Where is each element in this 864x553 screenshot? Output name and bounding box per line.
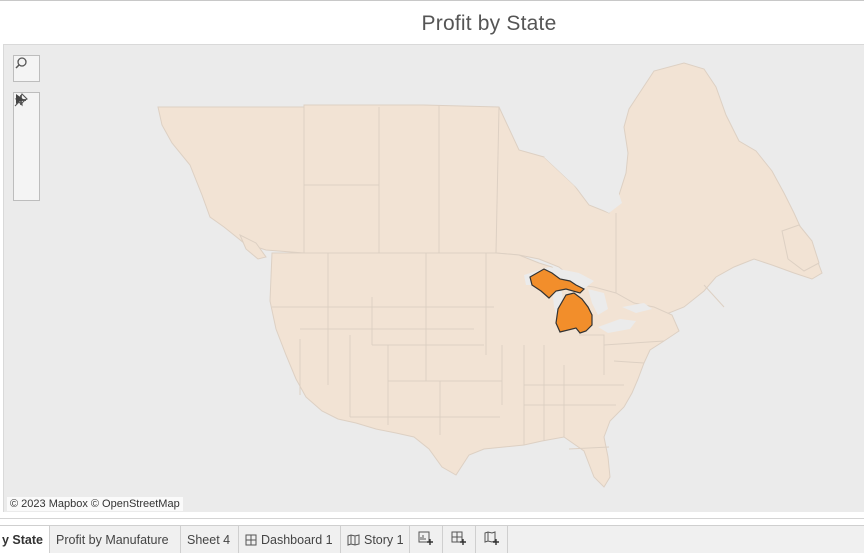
- sheet-title: Profit by State: [421, 12, 557, 35]
- new-dashboard-icon: [451, 531, 467, 548]
- tab-profit-by-manufature[interactable]: Profit by Manufature: [50, 526, 181, 553]
- tab-sheet-4[interactable]: Sheet 4: [181, 526, 239, 553]
- new-dashboard-button[interactable]: [443, 526, 476, 553]
- tab-label: Dashboard 1: [261, 532, 333, 547]
- tab-label: Sheet 4: [187, 532, 231, 547]
- sheet-tab-bar: y State Profit by Manufature Sheet 4 Das…: [0, 525, 864, 553]
- new-story-button[interactable]: [476, 526, 508, 553]
- map-search-tool[interactable]: [13, 55, 40, 82]
- new-worksheet-button[interactable]: [410, 526, 443, 553]
- pin-icon[interactable]: [14, 93, 39, 168]
- map-canvas[interactable]: [4, 45, 864, 513]
- tab-label: Profit by Manufature: [56, 532, 169, 547]
- map-zoom-toolbar: [13, 92, 40, 201]
- search-icon[interactable]: [14, 56, 39, 81]
- new-story-icon: [484, 531, 500, 548]
- map-view[interactable]: © 2023 Mapbox © OpenStreetMap: [3, 44, 864, 513]
- map-footer-space: [0, 512, 864, 526]
- tab-profit-by-state[interactable]: y State: [0, 526, 50, 553]
- dashboard-icon: [245, 534, 257, 546]
- footer-divider: [0, 518, 864, 519]
- tab-label: Story 1: [364, 532, 404, 547]
- tab-dashboard-1[interactable]: Dashboard 1: [239, 526, 341, 553]
- tab-label: y State: [2, 532, 43, 547]
- top-divider: [0, 0, 864, 1]
- tab-story-1[interactable]: Story 1: [341, 526, 410, 553]
- map-attribution[interactable]: © 2023 Mapbox © OpenStreetMap: [7, 497, 183, 511]
- new-worksheet-icon: [418, 531, 434, 548]
- zoom-out-icon[interactable]: [14, 99, 39, 143]
- expand-arrow-icon[interactable]: [14, 94, 39, 193]
- story-icon: [347, 533, 360, 546]
